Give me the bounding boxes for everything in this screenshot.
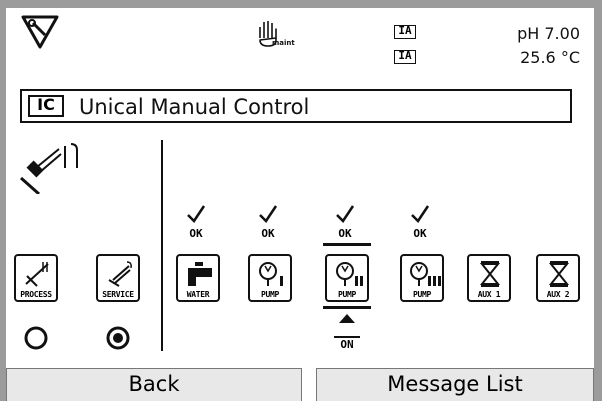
valve-icon xyxy=(479,261,501,287)
device-screen: maint IA IA pH 7.00 25.6 °C IC Unical Ma… xyxy=(6,8,594,401)
check-icon xyxy=(336,205,355,223)
menu-title-box: IC Unical Manual Control xyxy=(20,89,572,123)
active-bar-top xyxy=(323,243,371,246)
ia-indicator-top: IA xyxy=(394,24,416,39)
pump-2-on-label: ON xyxy=(340,338,354,351)
ic-badge: IC xyxy=(28,95,64,117)
on-underline xyxy=(334,336,360,338)
pump-1-icon xyxy=(259,262,283,286)
process-icon xyxy=(25,262,49,287)
temperature-value: 25.6 °C xyxy=(520,48,580,67)
divider xyxy=(161,140,163,351)
tap-icon xyxy=(188,262,212,286)
page-title: Unical Manual Control xyxy=(79,95,310,119)
probe-icon xyxy=(20,143,78,194)
triangle-up-icon xyxy=(339,314,355,323)
service-radio-selected[interactable] xyxy=(105,325,131,351)
service-icon xyxy=(108,261,132,287)
check-icon xyxy=(411,205,430,223)
ph-value: pH 7.00 xyxy=(517,24,580,43)
process-radio[interactable] xyxy=(23,325,49,351)
process-mode-button[interactable]: PROCESS xyxy=(14,254,58,302)
valve-icon xyxy=(548,261,570,287)
maint-label: maint xyxy=(272,39,295,47)
wrench-warning-icon[interactable] xyxy=(20,14,60,50)
pump-3-button[interactable]: PUMP xyxy=(400,254,444,302)
active-bar-bottom xyxy=(323,306,371,309)
ia-indicator-bottom: IA xyxy=(394,49,416,64)
check-icon xyxy=(187,205,206,223)
pump-2-button[interactable]: PUMP xyxy=(325,254,369,302)
water-button[interactable]: WATER xyxy=(176,254,220,302)
pump-2-icon xyxy=(336,262,363,286)
pump-1-status: OK xyxy=(261,227,275,240)
message-list-button[interactable]: Message List xyxy=(316,368,594,401)
pump-3-status: OK xyxy=(413,227,427,240)
pump-3-icon xyxy=(410,262,441,286)
water-status: OK xyxy=(189,227,203,240)
check-icon xyxy=(259,205,278,223)
back-button[interactable]: Back xyxy=(6,368,302,401)
pump-1-button[interactable]: PUMP xyxy=(248,254,292,302)
aux-1-button[interactable]: AUX 1 xyxy=(467,254,511,302)
service-mode-button[interactable]: SERVICE xyxy=(96,254,140,302)
pump-2-status: OK xyxy=(338,227,352,240)
aux-2-button[interactable]: AUX 2 xyxy=(536,254,580,302)
